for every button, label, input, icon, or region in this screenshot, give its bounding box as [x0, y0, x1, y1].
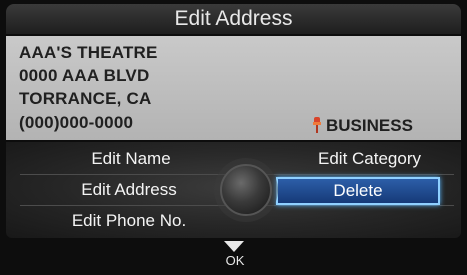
entry-category-label: BUSINESS — [326, 116, 413, 135]
interface-dial-icon — [220, 164, 272, 216]
edit-address-button[interactable]: Edit Address — [34, 178, 224, 202]
address-info-panel: AAA'S THEATRE 0000 AAA BLVD TORRANCE, CA… — [6, 36, 461, 140]
divider — [20, 174, 225, 175]
edit-address-screen: Edit Address AAA'S THEATRE 0000 AAA BLVD… — [0, 0, 467, 275]
entry-street: 0000 AAA BLVD — [19, 66, 150, 85]
divider — [20, 205, 225, 206]
entry-city: TORRANCE, CA — [19, 89, 152, 108]
entry-name: AAA'S THEATRE — [19, 43, 158, 62]
divider — [264, 174, 454, 175]
ok-label[interactable]: OK — [215, 253, 255, 268]
entry-phone: (000)000-0000 — [19, 113, 134, 132]
entry-category: BUSINESS — [312, 116, 413, 138]
pin-icon — [312, 117, 322, 138]
edit-options-menu: Edit Name Edit Address Edit Phone No. Ed… — [6, 142, 461, 238]
divider — [264, 205, 454, 206]
edit-phone-button[interactable]: Edit Phone No. — [34, 209, 224, 233]
edit-name-button[interactable]: Edit Name — [56, 147, 206, 171]
edit-category-button[interactable]: Edit Category — [282, 147, 457, 171]
delete-button[interactable]: Delete — [276, 177, 440, 205]
page-title: Edit Address — [6, 4, 461, 34]
